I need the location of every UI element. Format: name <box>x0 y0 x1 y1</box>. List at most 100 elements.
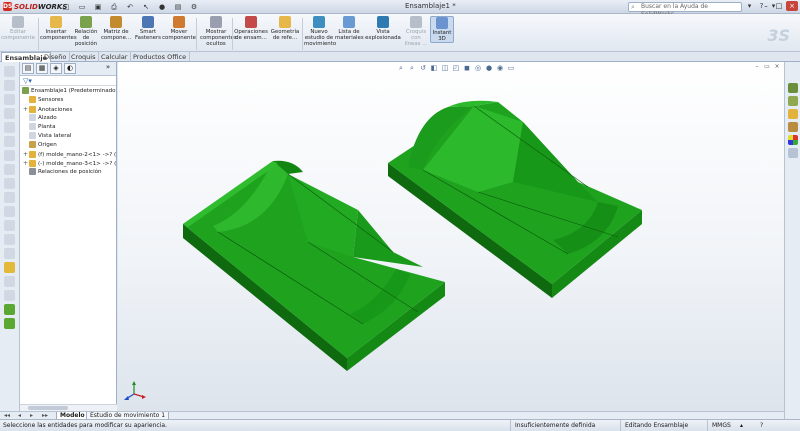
cmd-button-6[interactable]: Mostrar componentes ocultos <box>200 16 237 47</box>
feature-tree-scrollbar[interactable] <box>20 404 117 411</box>
file-properties-icon[interactable]: ▤ <box>171 2 185 12</box>
minimize-icon[interactable]: – <box>760 1 772 11</box>
tab-productos-office[interactable]: Productos Office <box>130 52 191 62</box>
fillet-tool-icon[interactable] <box>4 136 15 147</box>
sketch-tool-icon[interactable] <box>4 66 15 77</box>
revolve-tool-icon[interactable] <box>4 94 15 105</box>
shell-tool-icon[interactable] <box>4 164 15 175</box>
file-explorer-icon[interactable] <box>788 109 798 119</box>
help-dropdown-icon[interactable]: ▾ <box>744 1 755 12</box>
configuration-tab-icon[interactable]: ◈ <box>50 63 62 74</box>
scrollbar-thumb[interactable] <box>28 406 68 410</box>
feature-tree-tab-icon[interactable]: ▤ <box>22 63 34 74</box>
cmd-button-4[interactable]: Smart Fasteners <box>134 16 162 41</box>
component-pattern-icon <box>110 16 122 28</box>
save-icon[interactable]: ▣ <box>91 2 105 12</box>
maximize-icon[interactable]: □ <box>773 1 785 11</box>
tree-item[interactable]: Alzado <box>23 114 120 123</box>
separator <box>196 18 197 50</box>
tab-croquis[interactable]: Croquis <box>68 52 100 62</box>
tab-diseno[interactable]: Diseño <box>41 52 71 62</box>
appearance-tool-icon[interactable] <box>4 262 15 273</box>
cmd-button-1[interactable]: Insertar componentes <box>40 16 77 41</box>
command-manager: Editar componente Insertar componentes Rel… <box>0 14 800 52</box>
tree-root-assembly[interactable]: Ensamblaje1 (Predeterminado <box>22 87 119 96</box>
mates-folder-icon <box>29 168 36 175</box>
design-library-icon[interactable] <box>788 96 798 106</box>
tree-item[interactable]: Vista lateral <box>23 132 120 141</box>
tree-item[interactable]: + Anotaciones <box>23 105 120 114</box>
cmd-button-10[interactable]: Lista de materiales <box>335 16 364 41</box>
new-document-icon[interactable]: □ <box>59 2 73 12</box>
mirror-tool-icon[interactable] <box>4 220 15 231</box>
chamfer-tool-icon[interactable] <box>4 150 15 161</box>
print-icon[interactable]: ⎙ <box>107 2 121 12</box>
help-search-input[interactable]: ⌕ Buscar en la Ayuda de SolidWorks <box>628 2 742 18</box>
ds-logo-icon: DS <box>3 2 13 11</box>
tree-item[interactable]: Sensores <box>23 96 120 105</box>
cmd-button-2[interactable]: Relación de posición <box>72 16 100 47</box>
cmd-button-12[interactable]: Croquis con líneas ... <box>402 16 430 47</box>
filter-icon[interactable]: ▽▾ <box>20 76 116 86</box>
cmd-button-0[interactable]: Editar componente <box>0 16 36 41</box>
tree-item[interactable]: Planta <box>23 123 120 132</box>
appearances-icon[interactable] <box>788 135 798 145</box>
tree-item-label: Alzado <box>38 115 57 121</box>
status-message: Seleccione las entidades para modificar … <box>3 422 167 429</box>
loft-tool-icon[interactable] <box>4 122 15 133</box>
open-folder-icon[interactable]: ▭ <box>75 2 89 12</box>
select-icon[interactable]: ↖ <box>139 2 153 12</box>
tree-item[interactable]: + (-) molde_mano-3<1> ->? ( <box>23 159 120 168</box>
model-viewport[interactable] <box>118 62 784 411</box>
units-button[interactable]: MMGS <box>707 420 731 431</box>
spline-tool-icon[interactable] <box>4 318 15 329</box>
options-icon[interactable]: ⚙ <box>187 2 201 12</box>
close-icon[interactable]: × <box>786 1 798 11</box>
cmd-button-13[interactable]: Instant 3D <box>430 16 454 43</box>
show-hidden-icon <box>210 16 222 28</box>
instant3d-icon <box>436 17 448 29</box>
more-tabs-icon[interactable]: » <box>102 63 114 74</box>
undo-icon[interactable]: ↶ <box>123 2 137 12</box>
separator <box>38 18 39 50</box>
part-molde-mano-3[interactable] <box>388 100 642 298</box>
tree-item[interactable]: Origen <box>23 141 120 150</box>
cmd-button-7[interactable]: Operaciones de ensam... <box>234 16 268 41</box>
cmd-button-8[interactable]: Geometría de refe... <box>270 16 300 41</box>
cmd-button-11[interactable]: Vista explosionada <box>364 16 402 41</box>
help-status-icon[interactable]: ? <box>760 420 763 431</box>
mate-icon <box>80 16 92 28</box>
tree-item[interactable]: Relaciones de posición <box>23 168 120 177</box>
rebuild-icon[interactable]: ● <box>155 2 169 12</box>
tab-calcular[interactable]: Calcular <box>98 52 132 62</box>
extrude-tool-icon[interactable] <box>4 80 15 91</box>
resources-icon[interactable] <box>788 83 798 93</box>
graphics-area[interactable]: ⌕ ⌕ ↺ ◧ ◫ ◰ ◼ ◎ ● ◉ ▭ – ▭ × <box>118 62 784 411</box>
rib-tool-icon[interactable] <box>4 178 15 189</box>
surface-tool-icon[interactable] <box>4 290 15 301</box>
tree-item[interactable]: + (f) molde_mano-2<1> ->? ( <box>23 150 120 159</box>
cmd-button-9[interactable]: Nuevo estudio de movimiento <box>304 16 336 47</box>
custom-properties-icon[interactable] <box>788 148 798 158</box>
dome-tool-icon[interactable] <box>4 248 15 259</box>
solidworks-logo[interactable]: DS SOLIDWORKS <box>3 2 67 11</box>
tree-item-label: Relaciones de posición <box>38 169 102 175</box>
part-molde-mano-2[interactable] <box>183 160 445 371</box>
sweep-tool-icon[interactable] <box>4 108 15 119</box>
property-manager-tab-icon[interactable]: ▦ <box>36 63 48 74</box>
cmd-button-label: Smart Fasteners <box>135 29 161 41</box>
appearance-tab-icon[interactable]: ◐ <box>64 63 76 74</box>
status-mode: Editando Ensamblaje <box>620 420 688 431</box>
cmd-button-5[interactable]: Mover componente <box>162 16 196 41</box>
pattern-tool-icon[interactable] <box>4 206 15 217</box>
units-dropdown-icon[interactable]: ▴ <box>740 420 743 431</box>
cmd-button-label: Mover componente <box>162 29 196 41</box>
draft-tool-icon[interactable] <box>4 234 15 245</box>
curve-tool-icon[interactable] <box>4 276 15 287</box>
reference-tool-icon[interactable] <box>4 304 15 315</box>
cmd-button-3[interactable]: Matriz de compone... <box>100 16 132 41</box>
cmd-button-label: Vista explosionada <box>365 29 401 41</box>
tree-item-label: Vista lateral <box>38 133 72 139</box>
view-palette-icon[interactable] <box>788 122 798 132</box>
hole-tool-icon[interactable] <box>4 192 15 203</box>
